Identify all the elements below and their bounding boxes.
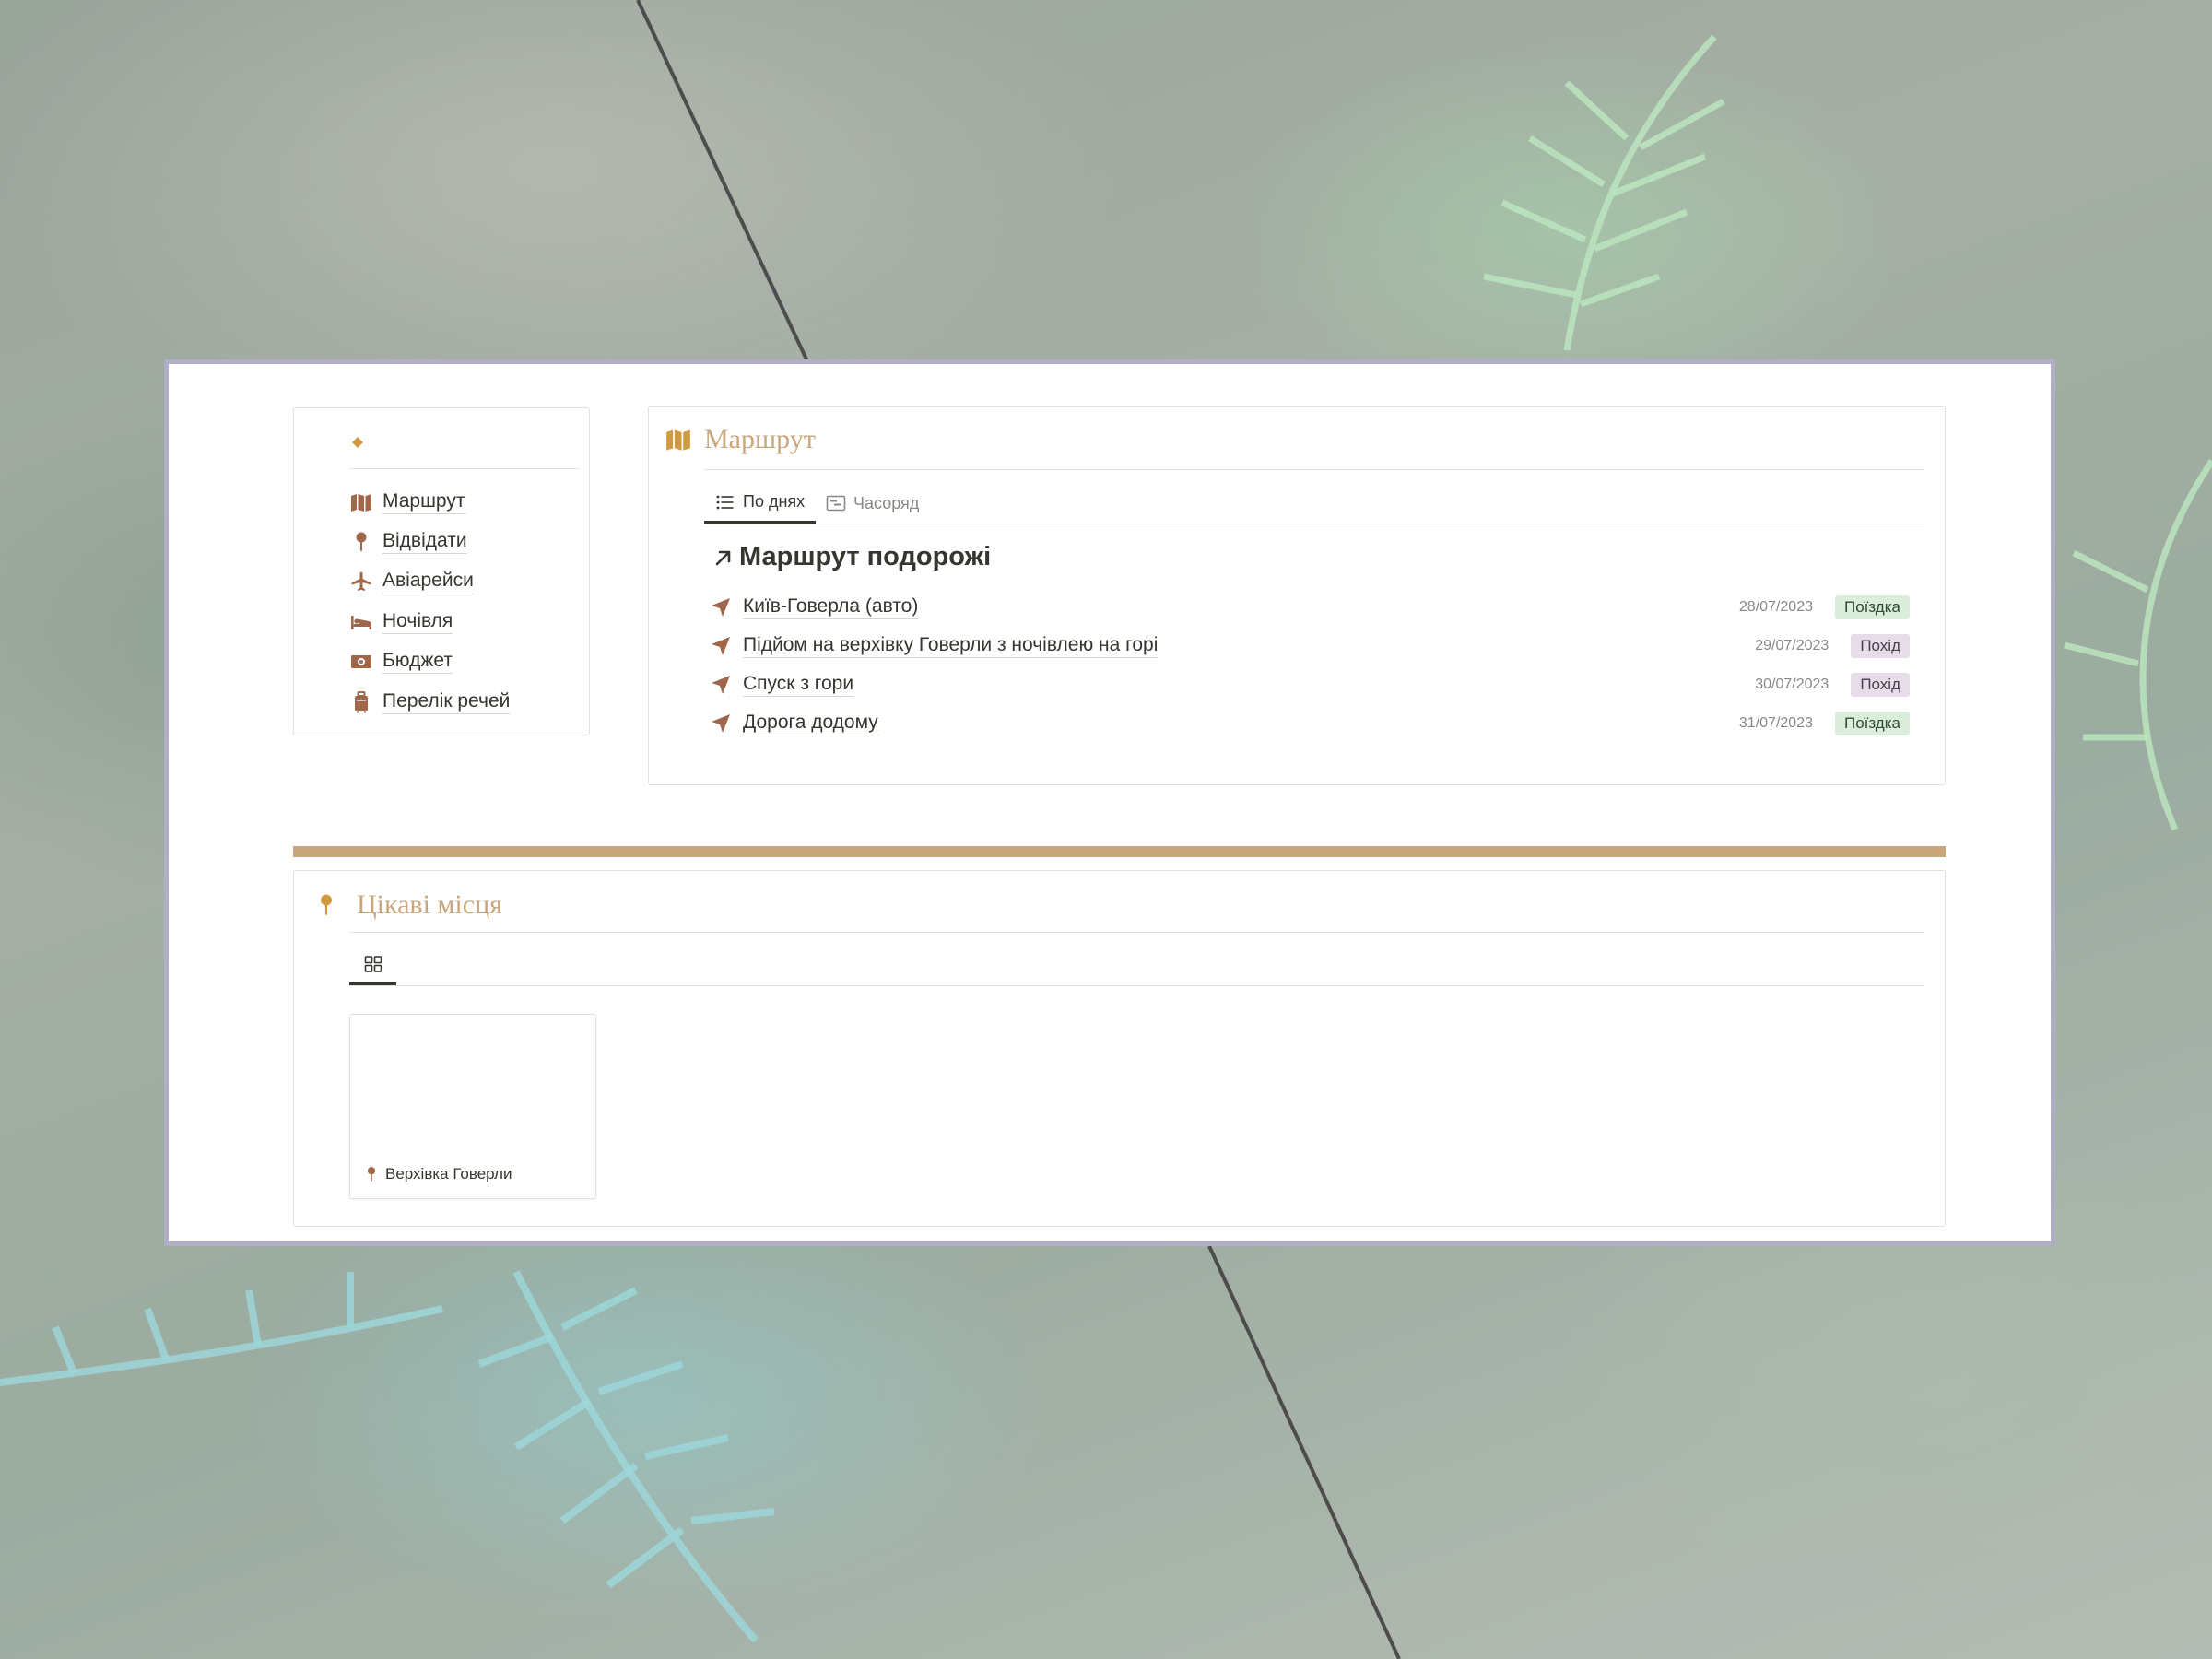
nav-item-label: Бюджет [382,650,453,675]
item-date: 28/07/2023 [1738,599,1813,615]
map-icon [666,429,690,451]
item-date: 31/07/2023 [1738,715,1813,731]
map-icon [349,490,373,514]
view-tabs: По днях Часоряд [704,483,1924,524]
gallery-icon [364,955,382,972]
pin-icon [367,1167,376,1182]
item-date: 30/07/2023 [1755,677,1830,692]
section-divider [293,846,1946,857]
item-title[interactable]: Підйом на верхівку Говерли з ночівлею на… [743,634,1159,658]
navigation-card: Маршрут Відвідати Авіарейси Ночівля Бюдж… [293,407,590,735]
list-item[interactable]: Київ-Говерла (авто) 28/07/2023 Поїздка [708,588,1910,627]
route-card: Маршрут По днях Часоряд Маршрут подорожі… [648,406,1946,785]
tab-label: Часоряд [853,493,920,512]
nav-item-label: Перелік речей [382,690,511,714]
nav-item-label: Відвідати [382,530,467,555]
pin-icon [321,894,332,915]
navigation-arrow-icon [708,672,734,698]
nav-item-packing[interactable]: Перелік речей [349,682,580,722]
places-card: Цікаві місця Верхівка Говерли [293,870,1946,1227]
places-title[interactable]: Цікаві місця [357,889,502,921]
nav-item-label: Маршрут [382,490,465,514]
airplane-icon [349,570,373,594]
list-icon [716,495,734,509]
list-item[interactable]: Спуск з гори 30/07/2023 Похід [708,665,1910,704]
tab-timeline[interactable]: Часоряд [826,483,919,524]
bed-icon [349,610,373,634]
item-title[interactable]: Спуск з гори [743,673,854,697]
navigation-arrow-icon [708,711,734,736]
nav-list: Маршрут Відвідати Авіарейси Ночівля Бюдж… [349,482,580,722]
itinerary-list: Київ-Говерла (авто) 28/07/2023 Поїздка П… [708,588,1910,743]
nav-item-route[interactable]: Маршрут [349,482,580,522]
item-tag: Похід [1851,673,1910,697]
nav-item-label: Авіарейси [382,570,474,594]
nav-divider [349,468,580,469]
notion-page: Маршрут Відвідати Авіарейси Ночівля Бюдж… [164,359,2055,1246]
gallery-card[interactable]: Верхівка Говерли [349,1014,596,1199]
list-item[interactable]: Підйом на верхівку Говерли з ночівлею на… [708,627,1910,665]
card-title: Верхівка Говерли [385,1165,512,1182]
tab-label: По днях [743,492,806,511]
item-tag: Поїздка [1834,595,1910,619]
timeline-icon [826,495,846,512]
view-tabs [349,945,1924,986]
nav-item-visit[interactable]: Відвідати [349,522,580,561]
nav-item-label: Ночівля [382,610,453,634]
tab-gallery[interactable] [349,945,396,985]
item-title[interactable]: Дорога додому [743,712,878,735]
navigation-arrow-icon [708,633,734,659]
item-date: 29/07/2023 [1755,638,1830,653]
luggage-icon [349,690,373,714]
pin-icon [349,530,373,554]
item-title[interactable]: Київ-Говерла (авто) [743,595,919,619]
group-title: Маршрут подорожі [739,542,992,571]
nav-item-flights[interactable]: Авіарейси [349,562,580,602]
item-tag: Поїздка [1834,712,1910,735]
places-header: Цікаві місця [314,889,502,921]
money-icon [349,650,373,674]
diamond-icon [352,437,363,448]
item-tag: Похід [1851,634,1910,658]
route-header: Маршрут [665,424,816,455]
nav-item-budget[interactable]: Бюджет [349,642,580,682]
arrow-up-right-icon [715,550,731,565]
group-heading[interactable]: Маршрут подорожі [712,542,991,572]
header-divider [349,932,1924,933]
header-divider [704,469,1924,470]
nav-item-lodging[interactable]: Ночівля [349,602,580,641]
tab-by-days[interactable]: По днях [704,483,817,524]
list-item[interactable]: Дорога додому 31/07/2023 Поїздка [708,704,1910,743]
route-title[interactable]: Маршрут [704,424,816,455]
navigation-arrow-icon [708,594,734,620]
